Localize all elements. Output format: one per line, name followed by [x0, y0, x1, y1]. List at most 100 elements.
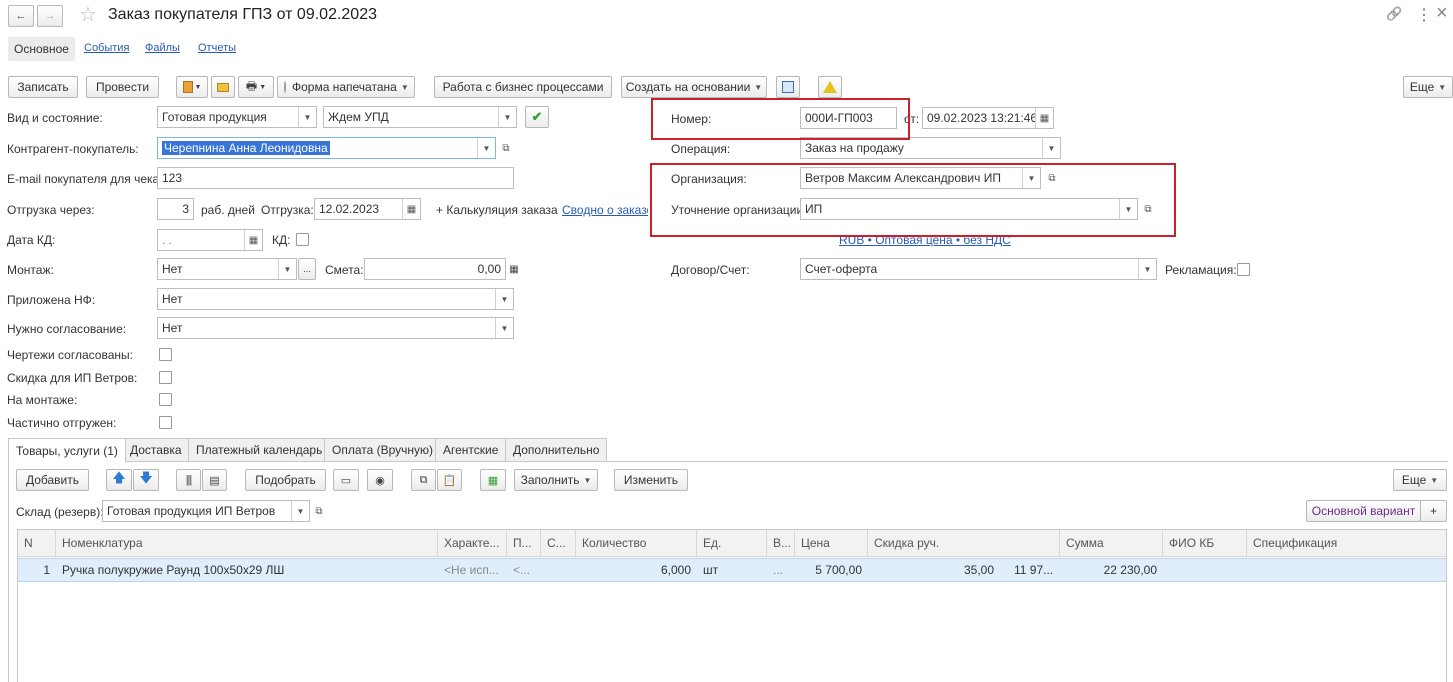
kd-checkbox[interactable] — [296, 233, 309, 246]
tab-agent[interactable]: Агентские — [435, 438, 507, 461]
row-discount-amount[interactable]: 11 97... — [1008, 558, 1060, 582]
kd-date-field[interactable]: . . ▦ — [157, 229, 263, 251]
post-button[interactable]: Провести — [86, 76, 159, 98]
ot-date-field[interactable]: 09.02.2023 13:21:46 ▦ — [922, 107, 1054, 129]
main-variant-button[interactable]: Основной вариант — [1306, 500, 1421, 522]
calendar-icon[interactable]: ▦ — [1035, 108, 1053, 128]
calculation-link[interactable]: + Калькуляция заказа — [436, 203, 558, 217]
otgruzka-date-field[interactable]: 12.02.2023 ▦ — [314, 198, 421, 220]
soglas-select[interactable]: Нет ▼ — [157, 317, 514, 339]
mail-icon-button[interactable] — [211, 76, 235, 98]
scan-button[interactable]: ▤ — [202, 469, 227, 491]
calculator-icon[interactable]: ▦ — [506, 258, 522, 280]
add-variant-button[interactable]: + — [1420, 500, 1447, 522]
dogovor-select[interactable]: Счет-оферта ▼ — [800, 258, 1157, 280]
pick-button[interactable]: Подобрать — [245, 469, 326, 491]
chevron-down-icon[interactable]: ▼ — [291, 501, 309, 521]
paste-button[interactable]: 📋 — [437, 469, 462, 491]
link-icon[interactable]: 🔗 — [1386, 6, 1402, 22]
change-button[interactable]: Изменить — [614, 469, 688, 491]
tab-payment-calendar[interactable]: Платежный календарь — [188, 438, 331, 461]
chevron-down-icon[interactable]: ▼ — [278, 259, 296, 279]
montazh-select[interactable]: Нет ▼ — [157, 258, 297, 280]
back-button[interactable]: ← — [8, 5, 34, 27]
sklad-select[interactable]: Готовая продукция ИП Ветров ▼ — [102, 500, 310, 522]
row-v[interactable]: ... — [767, 558, 795, 582]
col-nomenclature[interactable]: Номенклатура — [56, 530, 438, 556]
more-menu-icon[interactable]: ⋮ — [1416, 5, 1432, 25]
open-contragent-icon[interactable]: ⧉ — [497, 137, 515, 159]
copy-button[interactable]: ⧉ — [411, 469, 436, 491]
favorite-star-icon[interactable]: ☆ — [79, 2, 97, 27]
col-p[interactable]: П... — [507, 530, 541, 556]
col-n[interactable]: N — [18, 530, 56, 556]
chevron-down-icon[interactable]: ▼ — [477, 138, 495, 158]
confirm-state-button[interactable]: ✔ — [525, 106, 549, 128]
write-button[interactable]: Записать — [8, 76, 78, 98]
row-quantity[interactable]: 6,000 — [576, 558, 697, 582]
section-tab-events[interactable]: События — [84, 42, 129, 54]
more-button[interactable]: Еще ▼ — [1403, 76, 1453, 98]
vid-select[interactable]: Готовая продукция ▼ — [157, 106, 317, 128]
row-unit[interactable]: шт — [697, 558, 767, 582]
chevron-down-icon[interactable]: ▼ — [498, 107, 516, 127]
col-v[interactable]: В... — [767, 530, 795, 556]
move-down-button[interactable]: 🡇 — [133, 469, 159, 491]
print-icon-button[interactable]: 🖶 ▼ — [238, 76, 274, 98]
chevron-down-icon[interactable]: ▼ — [1138, 259, 1156, 279]
montazh-select-button[interactable]: ... — [298, 258, 316, 280]
smeta-field[interactable]: 0,00 — [364, 258, 506, 280]
tab-payment-manual[interactable]: Оплата (Вручную) — [324, 438, 442, 461]
operation-select[interactable]: Заказ на продажу ▼ — [800, 137, 1061, 159]
col-sum[interactable]: Сумма — [1060, 530, 1163, 556]
items-more-button[interactable]: Еще ▼ — [1393, 469, 1447, 491]
col-characteristic[interactable]: Характе... — [438, 530, 507, 556]
col-quantity[interactable]: Количество — [576, 530, 697, 556]
document-icon-button[interactable]: ▼ — [176, 76, 208, 98]
calendar-icon[interactable]: ▦ — [402, 199, 420, 219]
view-button[interactable]: ◉ — [367, 469, 393, 491]
table-edit-button[interactable]: ▦ — [480, 469, 506, 491]
tab-delivery[interactable]: Доставка — [122, 438, 190, 461]
structure-icon-button[interactable] — [776, 76, 800, 98]
col-discount[interactable]: Скидка руч. — [868, 530, 1060, 556]
col-c[interactable]: С... — [541, 530, 576, 556]
print-form-button[interactable]: Форма напечатана ▼ — [277, 76, 415, 98]
summary-link[interactable]: Сводно о заказе — [562, 203, 648, 217]
row-nomenclature[interactable]: Ручка полукружие Раунд 100х50х29 ЛШ — [56, 558, 438, 582]
barcode-button[interactable]: ||| — [176, 469, 201, 491]
chevron-down-icon[interactable]: ▼ — [495, 289, 513, 309]
section-tab-main[interactable]: Основное — [8, 37, 75, 61]
chast-checkbox[interactable] — [159, 416, 172, 429]
tab-goods[interactable]: Товары, услуги (1) — [8, 438, 126, 462]
nf-select[interactable]: Нет ▼ — [157, 288, 514, 310]
chevron-down-icon[interactable]: ▼ — [298, 107, 316, 127]
email-field[interactable]: 123 — [157, 167, 514, 189]
row-price[interactable]: 5 700,00 — [795, 558, 868, 582]
forward-button[interactable]: → — [37, 5, 63, 27]
fill-button[interactable]: Заполнить ▼ — [514, 469, 598, 491]
col-specification[interactable]: Спецификация — [1247, 530, 1446, 556]
business-processes-button[interactable]: Работа с бизнес процессами — [434, 76, 612, 98]
chertezhi-checkbox[interactable] — [159, 348, 172, 361]
state-select[interactable]: Ждем УПД ▼ — [323, 106, 517, 128]
card-button[interactable]: ▭ — [333, 469, 359, 491]
na-montazhe-checkbox[interactable] — [159, 393, 172, 406]
calendar-icon[interactable]: ▦ — [244, 230, 262, 250]
tab-additional[interactable]: Дополнительно — [505, 438, 608, 461]
add-item-button[interactable]: Добавить — [16, 469, 89, 491]
skidka-checkbox[interactable] — [159, 371, 172, 384]
chevron-down-icon[interactable]: ▼ — [1042, 138, 1060, 158]
row-c[interactable] — [541, 558, 576, 582]
row-fio-kb[interactable] — [1163, 558, 1247, 582]
row-sum[interactable]: 22 230,00 — [1060, 558, 1163, 582]
section-tab-files[interactable]: Файлы — [145, 42, 180, 54]
section-tab-reports[interactable]: Отчеты — [198, 42, 236, 54]
row-discount[interactable]: 35,00 — [868, 558, 1000, 582]
col-price[interactable]: Цена — [795, 530, 868, 556]
col-fio-kb[interactable]: ФИО КБ — [1163, 530, 1247, 556]
otgruzka-days-field[interactable]: 3 — [157, 198, 194, 220]
contragent-field[interactable]: Черепнина Анна Леонидовна ▼ — [157, 137, 496, 159]
row-characteristic[interactable]: <Не исп... — [438, 558, 507, 582]
chevron-down-icon[interactable]: ▼ — [495, 318, 513, 338]
